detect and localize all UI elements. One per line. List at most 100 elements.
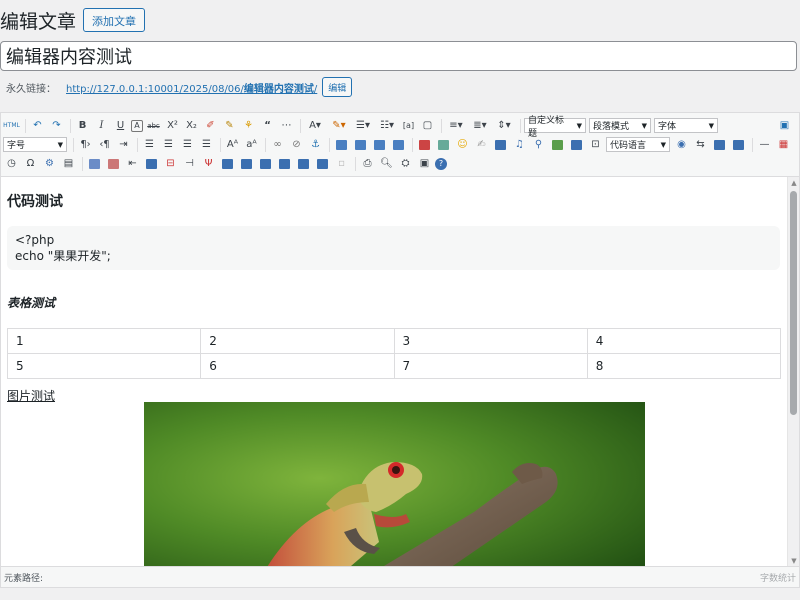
- drafts-icon[interactable]: ⛭: [397, 155, 414, 172]
- time-icon[interactable]: ◷: [3, 155, 20, 172]
- preview-icon[interactable]: ⎙: [359, 155, 376, 172]
- ltr-icon[interactable]: ¶›: [77, 136, 94, 153]
- insert-column-icon[interactable]: [143, 155, 160, 172]
- paste-text-icon[interactable]: ▢: [419, 117, 436, 134]
- table-cell[interactable]: 7: [393, 353, 588, 379]
- underline-icon[interactable]: U: [112, 117, 129, 134]
- paragraph-style-select[interactable]: 段落模式 ▼: [589, 118, 651, 133]
- font-color-icon[interactable]: A▾: [304, 117, 326, 134]
- multi-image-icon[interactable]: [435, 136, 452, 153]
- table-cell[interactable]: 8: [586, 353, 782, 379]
- align-right-icon[interactable]: ☰: [179, 136, 196, 153]
- wordimage-icon[interactable]: [730, 136, 747, 153]
- delete-col-icon[interactable]: [295, 155, 312, 172]
- special-char-icon[interactable]: Ω: [22, 155, 39, 172]
- map-icon[interactable]: [549, 136, 566, 153]
- rtl-icon[interactable]: ‹¶: [96, 136, 113, 153]
- align-justify-icon[interactable]: ☰: [198, 136, 215, 153]
- permalink-edit-button[interactable]: 编辑: [322, 77, 353, 97]
- paint-format-icon[interactable]: ⚘: [240, 117, 257, 134]
- strikethrough-icon[interactable]: abc: [145, 117, 162, 134]
- search-replace-icon[interactable]: 🔍︎: [378, 155, 395, 172]
- scrollbar-thumb[interactable]: [790, 191, 797, 415]
- align-left-icon[interactable]: ☰: [141, 136, 158, 153]
- editor-scrollbar[interactable]: ▲ ▼: [787, 177, 799, 567]
- page-break-icon[interactable]: ⊡: [587, 136, 604, 153]
- image-none-icon[interactable]: [352, 136, 369, 153]
- insert-table-icon[interactable]: [86, 155, 103, 172]
- table-cell[interactable]: 3: [393, 328, 588, 354]
- editor-content[interactable]: 代码测试 <?php echo "果果开发"; 表格测试 1 2 3 4 5 6…: [1, 177, 788, 567]
- subscript-icon[interactable]: X₂: [183, 117, 200, 134]
- background-icon[interactable]: ◉: [673, 136, 690, 153]
- redo-icon[interactable]: ↷: [48, 117, 65, 134]
- split-cells-icon[interactable]: [219, 155, 236, 172]
- table-cell[interactable]: 4: [586, 328, 782, 354]
- insert-frame-icon[interactable]: [568, 136, 585, 153]
- attachment-icon[interactable]: ⚲: [530, 136, 547, 153]
- wordimage-icon-2[interactable]: ⚙: [41, 155, 58, 172]
- code-language-select[interactable]: 代码语言 ▼: [606, 137, 670, 152]
- text-box-icon[interactable]: A: [131, 119, 143, 132]
- lowercase-icon[interactable]: aᴬ: [243, 136, 260, 153]
- table-cell[interactable]: 6: [200, 353, 395, 379]
- image-left-icon[interactable]: [333, 136, 350, 153]
- print-icon[interactable]: ▤: [60, 155, 77, 172]
- code-icon[interactable]: ⋯: [278, 117, 295, 134]
- help-icon[interactable]: ?: [435, 157, 447, 170]
- superscript-icon[interactable]: X²: [164, 117, 181, 134]
- font-family-select[interactable]: 字体 ▼: [654, 118, 718, 133]
- delete-row-icon[interactable]: [276, 155, 293, 172]
- lizard-photo[interactable]: [144, 402, 645, 567]
- merge-cells-icon[interactable]: ⊟: [162, 155, 179, 172]
- unlink-icon[interactable]: ⊘: [288, 136, 305, 153]
- paragraph-spacing-icon[interactable]: ≣▾: [469, 117, 491, 134]
- insert-row-icon[interactable]: ⇤: [124, 155, 141, 172]
- fullscreen-icon[interactable]: ▣: [776, 117, 793, 134]
- video-icon[interactable]: [492, 136, 509, 153]
- indent-icon[interactable]: ⇥: [115, 136, 132, 153]
- scroll-up-icon[interactable]: ▲: [788, 177, 800, 189]
- row-spacing-icon[interactable]: ≡▾: [445, 117, 467, 134]
- template-icon-2[interactable]: [711, 136, 728, 153]
- paint-brush-icon[interactable]: ✎: [221, 117, 238, 134]
- table-properties-icon[interactable]: [314, 155, 331, 172]
- custom-heading-select[interactable]: 自定义标题 ▼: [524, 116, 586, 139]
- date-icon[interactable]: ▦: [775, 136, 792, 153]
- print-preview-icon[interactable]: ▣: [416, 155, 433, 172]
- uppercase-icon[interactable]: Aᴬ: [224, 136, 241, 153]
- link-icon[interactable]: ∞: [269, 136, 286, 153]
- merge-right-icon[interactable]: ⊣: [181, 155, 198, 172]
- post-title-input[interactable]: [0, 41, 797, 71]
- single-image-icon[interactable]: [416, 136, 433, 153]
- italic-icon[interactable]: I: [93, 117, 110, 134]
- table-cell[interactable]: 5: [6, 353, 202, 379]
- highlight-icon[interactable]: ✎▾: [328, 117, 350, 134]
- table-cell[interactable]: 1: [6, 328, 202, 354]
- align-center-icon[interactable]: ☰: [160, 136, 177, 153]
- scrawl-icon[interactable]: ✍: [473, 136, 490, 153]
- merge-down-icon[interactable]: Ψ: [200, 155, 217, 172]
- image-center-icon[interactable]: [390, 136, 407, 153]
- music-icon[interactable]: ♫: [511, 136, 528, 153]
- image-right-icon[interactable]: [371, 136, 388, 153]
- bold-icon[interactable]: B: [74, 117, 91, 134]
- horizontal-rule-icon[interactable]: —: [756, 136, 773, 153]
- template-icon[interactable]: ⇆: [692, 136, 709, 153]
- undo-icon[interactable]: ↶: [29, 117, 46, 134]
- permalink-url[interactable]: http://127.0.0.1:10001/2025/08/06/编辑器内容测…: [66, 80, 317, 95]
- table-cell[interactable]: 2: [200, 328, 395, 354]
- quote-icon[interactable]: “: [259, 117, 276, 134]
- font-size-select[interactable]: 字号 ▼: [3, 137, 67, 152]
- eraser-icon[interactable]: ✐: [202, 117, 219, 134]
- html-icon[interactable]: HTML: [3, 117, 20, 134]
- unordered-list-icon[interactable]: ☷▾: [376, 117, 398, 134]
- split-cols-icon[interactable]: [257, 155, 274, 172]
- emoji-icon[interactable]: ☺: [454, 136, 471, 153]
- anchor-icon[interactable]: ⚓: [307, 136, 324, 153]
- line-height-icon[interactable]: ⇕▾: [493, 117, 515, 134]
- delete-table-icon[interactable]: [105, 155, 122, 172]
- ordered-list-icon[interactable]: ☰▾: [352, 117, 374, 134]
- split-rows-icon[interactable]: [238, 155, 255, 172]
- select-all-icon[interactable]: [a]: [400, 117, 417, 134]
